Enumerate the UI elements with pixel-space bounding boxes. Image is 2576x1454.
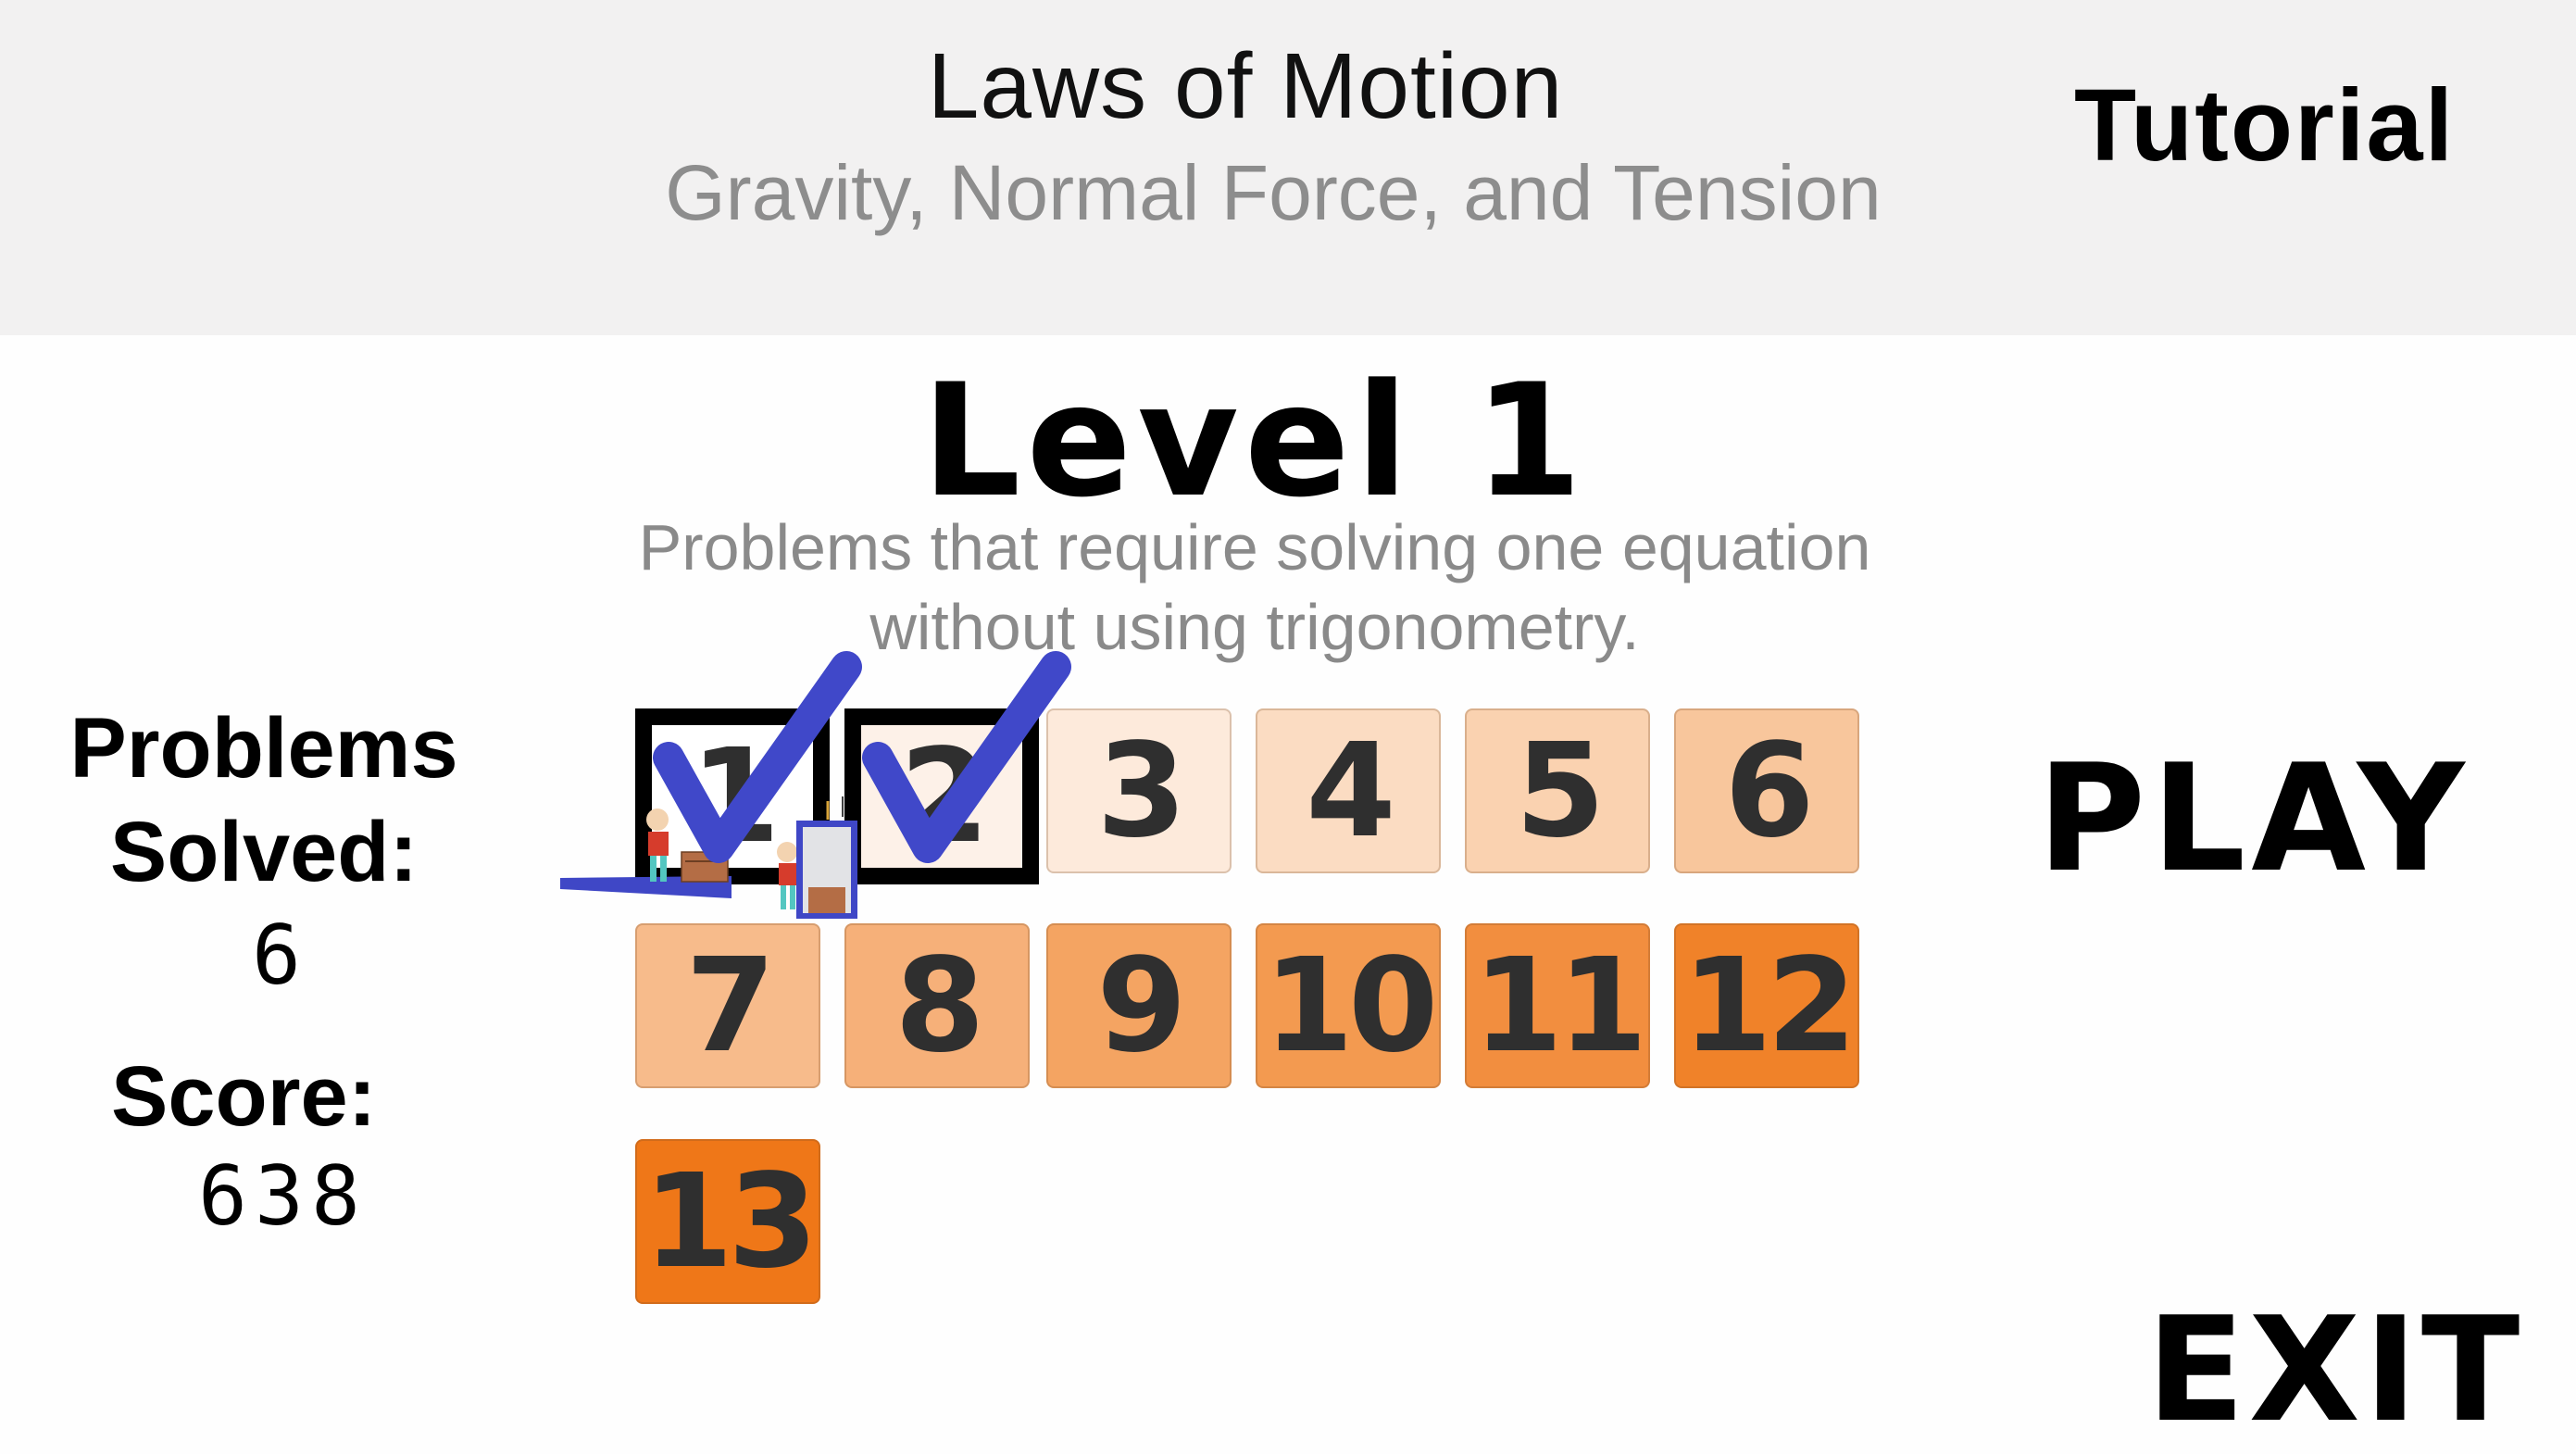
score-label: Score:: [111, 1049, 377, 1144]
problems-solved-value: 6: [252, 908, 308, 1003]
exit-button[interactable]: EXIT: [2146, 1285, 2523, 1454]
play-button[interactable]: PLAY: [2037, 732, 2470, 905]
problem-tile-8[interactable]: 8: [844, 923, 1030, 1088]
problem-tile-13[interactable]: 13: [635, 1139, 820, 1304]
problem-tile-10[interactable]: 10: [1256, 923, 1441, 1088]
problem-tile-3[interactable]: 3: [1046, 708, 1232, 873]
problem-tile-number: 12: [1682, 930, 1857, 1082]
problem-tile-6[interactable]: 6: [1674, 708, 1859, 873]
problem-tile-number: 11: [1472, 930, 1648, 1082]
problems-solved-label: Problems Solved:: [37, 696, 491, 904]
level-description-line-2: without using trigonometry.: [869, 591, 1640, 663]
problem-tile-12[interactable]: 12: [1674, 923, 1859, 1088]
problem-tile-number: 13: [643, 1146, 819, 1297]
level-description: Problems that require solving one equati…: [0, 508, 2509, 667]
problem-tile-number: 10: [1263, 930, 1439, 1082]
level-description-line-1: Problems that require solving one equati…: [638, 511, 1871, 583]
problem-tile-number: 8: [894, 930, 984, 1082]
problem-tile-5[interactable]: 5: [1465, 708, 1650, 873]
problem-tile-number: 1: [690, 721, 780, 872]
problem-tile-number: 3: [1096, 715, 1186, 867]
problem-tile-number: 4: [1306, 715, 1395, 867]
problem-tile-1[interactable]: 1: [635, 708, 830, 884]
problem-tile-number: 5: [1515, 715, 1605, 867]
problem-tile-7[interactable]: 7: [635, 923, 820, 1088]
problems-solved-label-line-2: Solved:: [109, 805, 419, 899]
problem-tile-11[interactable]: 11: [1465, 923, 1650, 1088]
header-bar: Laws of Motion Gravity, Normal Force, an…: [0, 0, 2576, 335]
level-title: Level 1: [921, 350, 1588, 532]
score-value: 638: [198, 1148, 368, 1244]
problem-tile-number: 2: [899, 721, 989, 872]
tutorial-button[interactable]: Tutorial: [2074, 67, 2455, 184]
problem-tile-2[interactable]: 2: [844, 708, 1039, 884]
problem-tile-9[interactable]: 9: [1046, 923, 1232, 1088]
problem-tile-4[interactable]: 4: [1256, 708, 1441, 873]
problem-tile-number: 9: [1096, 930, 1186, 1082]
problem-tile-number: 7: [685, 930, 775, 1082]
problems-solved-label-line-1: Problems: [69, 701, 458, 796]
problem-tile-number: 6: [1724, 715, 1814, 867]
